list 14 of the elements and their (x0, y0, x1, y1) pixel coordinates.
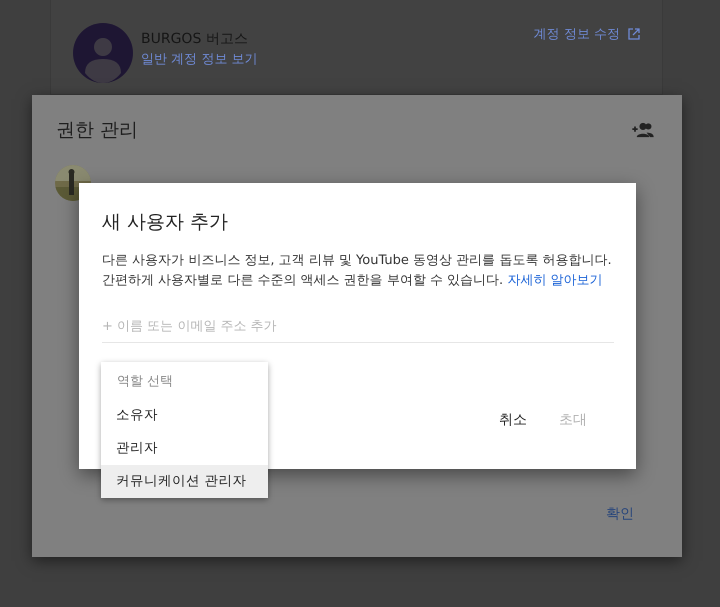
dialog-button[interactable]: 취소 (487, 405, 539, 435)
menu-item[interactable]: 관리자 (101, 432, 268, 465)
menu-item[interactable]: 소유자 (101, 399, 268, 432)
learn-more-link[interactable]: 자세히 알아보기 (507, 273, 602, 288)
add-person-icon[interactable] (632, 122, 654, 138)
avatar-icon (73, 23, 133, 83)
menu-title: 역할 선택 (116, 373, 174, 391)
menu-item[interactable]: 커뮤니케이션 관리자 (101, 465, 268, 498)
edit-account-link[interactable]: 계정 정보 수정 (534, 23, 640, 43)
dialog-title: 새 사용자 추가 (102, 210, 230, 235)
description-text: 다른 사용자가 비즈니스 정보, 고객 리뷰 및 YouTube 동영상 관리를 돕도록 허용합니다. 간편하게 사용자별로 다른 수준의 액세스 권한을 부여할 수 있습니다. 자세히 알아보기 (102, 252, 613, 290)
dialog-title: 권한 관리 (56, 118, 138, 143)
profile-link[interactable]: 일반 계정 정보 보기 (141, 50, 258, 68)
external-link-icon (628, 28, 640, 40)
